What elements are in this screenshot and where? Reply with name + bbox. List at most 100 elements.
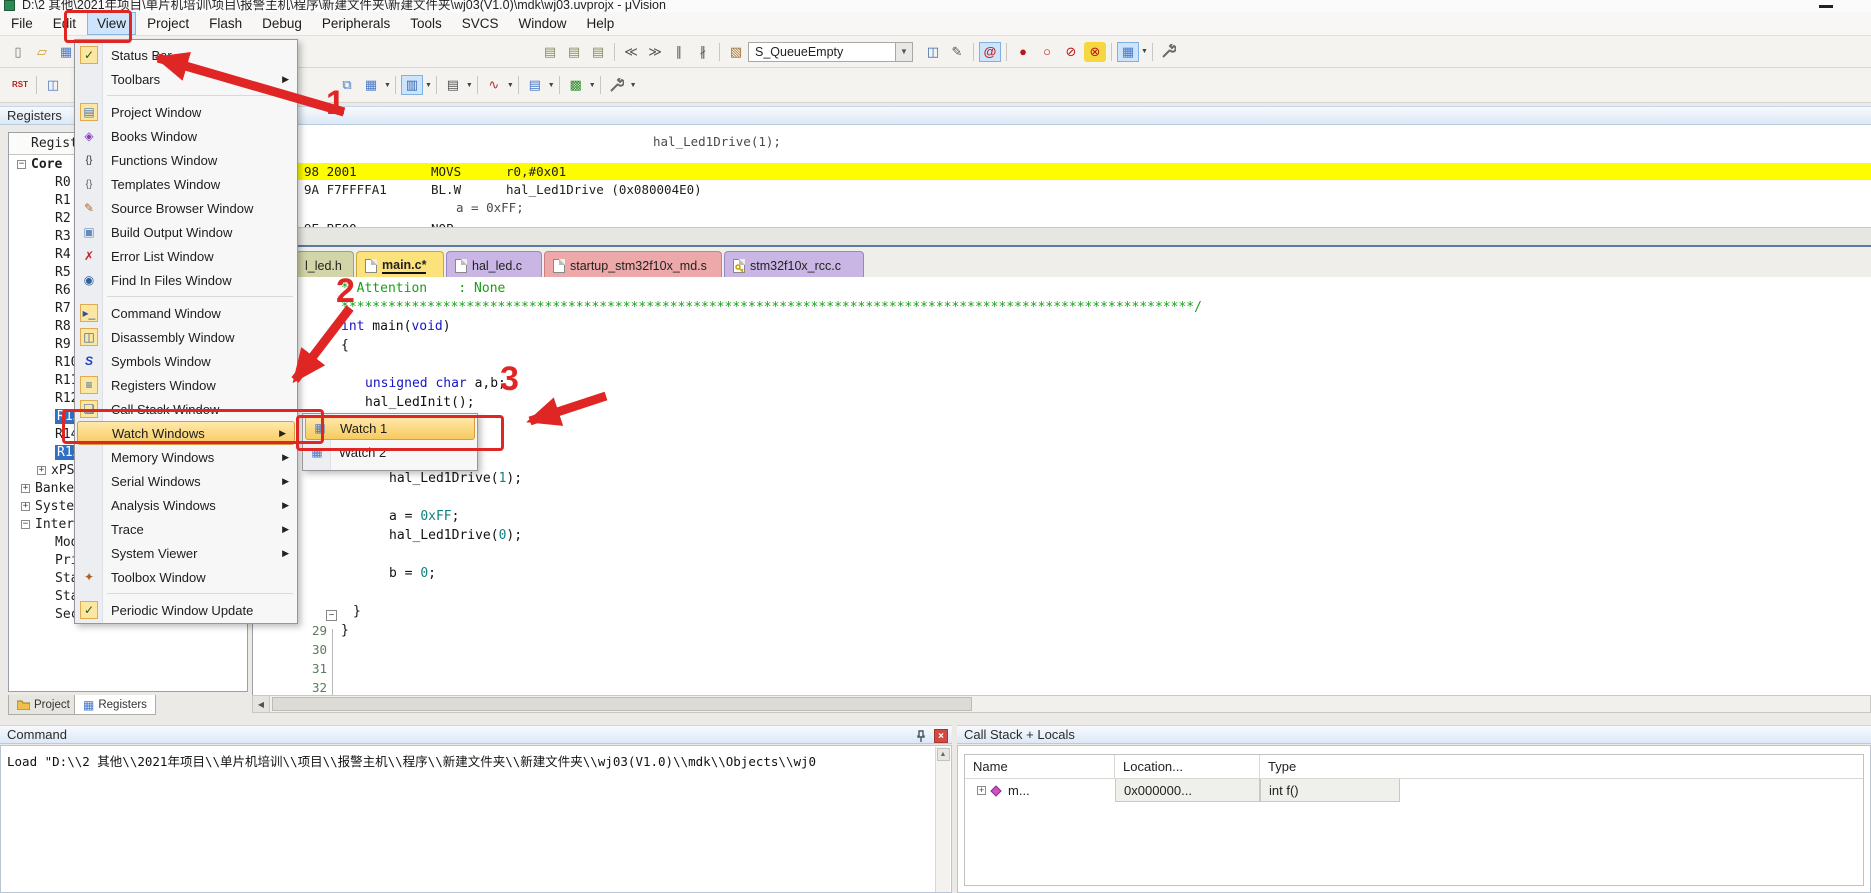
view-menu-item-build-output-window[interactable]: ▣ Build Output Window: [75, 220, 297, 244]
tools-dropdown-icon[interactable]: ▼: [630, 82, 637, 89]
debug-tools-icon[interactable]: [606, 75, 628, 95]
menubar-item-window[interactable]: Window: [509, 13, 575, 34]
expand-icon[interactable]: +: [21, 501, 30, 511]
bookmark-next-icon[interactable]: ▤: [587, 42, 609, 62]
view-menu-item-disassembly-window[interactable]: ◫ Disassembly Window: [75, 325, 297, 349]
editor-horizontal-scrollbar[interactable]: ◀: [252, 695, 1871, 713]
bookmark-prev-icon[interactable]: ▤: [563, 42, 585, 62]
view-menu-item-memory-windows[interactable]: Memory Windows ▶: [75, 445, 297, 469]
view-menu-item-serial-windows[interactable]: Serial Windows ▶: [75, 469, 297, 493]
command-window[interactable]: Load "D:\\2 其他\\2021年项目\\单片机培训\\项目\\报警主机…: [0, 745, 952, 893]
menubar-item-peripherals[interactable]: Peripherals: [313, 13, 399, 34]
run-to-line-icon[interactable]: ✎: [946, 42, 968, 62]
menubar-item-project[interactable]: Project: [138, 13, 198, 34]
view-menu-item-toolbox-window[interactable]: ✦ Toolbox Window: [75, 565, 297, 589]
view-menu-item-analysis-windows[interactable]: Analysis Windows ▶: [75, 493, 297, 517]
pin-icon[interactable]: [914, 729, 928, 743]
command-scrollbar[interactable]: ▲: [935, 747, 950, 892]
file-tab-stm32f10x_rcc.c[interactable]: stm32f10x_rcc.c: [724, 251, 864, 279]
file-tab-startup_stm32f10x_md.s[interactable]: startup_stm32f10x_md.s: [544, 251, 722, 279]
fold-collapse-icon[interactable]: −: [326, 610, 337, 621]
view-menu-item-toolbars[interactable]: Toolbars ▶: [75, 67, 297, 91]
new-file-icon[interactable]: ▯: [7, 42, 29, 62]
toolbox-window-icon[interactable]: ▩: [565, 75, 587, 95]
configure-tools-icon[interactable]: [1158, 42, 1180, 62]
code-editor[interactable]: − * Attention : None ********************…: [252, 277, 1871, 695]
column-name[interactable]: Name: [965, 755, 1115, 778]
view-menu-item-project-window[interactable]: ▤ Project Window: [75, 100, 297, 124]
find-doc-icon[interactable]: ◫: [922, 42, 944, 62]
combo-dropdown-icon[interactable]: ▼: [896, 41, 913, 62]
view-menu-item-symbols-window[interactable]: S Symbols Window: [75, 349, 297, 373]
minimize-icon[interactable]: [1819, 5, 1833, 8]
view-menu-item-templates-window[interactable]: {} Templates Window: [75, 172, 297, 196]
menubar-item-tools[interactable]: Tools: [401, 13, 451, 34]
scroll-up-icon[interactable]: ▲: [936, 748, 950, 761]
callstack-type-cell[interactable]: int f(): [1260, 779, 1400, 802]
collapse-icon[interactable]: −: [17, 159, 26, 169]
view-menu-item-books-window[interactable]: ◈ Books Window: [75, 124, 297, 148]
window-layout-icon[interactable]: ▦: [1117, 41, 1139, 62]
collapse-icon[interactable]: −: [21, 519, 30, 529]
view-menu-item-system-viewer[interactable]: System Viewer ▶: [75, 541, 297, 565]
menubar-item-svcs[interactable]: SVCS: [453, 13, 508, 34]
debug-session-icon[interactable]: @: [979, 41, 1001, 62]
watch-dropdown-icon[interactable]: ▼: [384, 82, 391, 89]
kill-all-breakpoints-icon[interactable]: ⊗: [1084, 41, 1106, 62]
unindent-icon[interactable]: ≪: [620, 42, 642, 62]
scroll-left-icon[interactable]: ◀: [253, 696, 270, 712]
view-menu-item-command-window[interactable]: ▸_ Command Window: [75, 301, 297, 325]
uncomment-icon[interactable]: ∦: [692, 42, 714, 62]
column-type[interactable]: Type: [1260, 755, 1400, 778]
disable-breakpoint-icon[interactable]: ○: [1036, 42, 1058, 62]
memory-window-icon[interactable]: ▥: [400, 75, 423, 95]
view-menu-item-find-in-files-window[interactable]: ◉ Find In Files Window: [75, 268, 297, 292]
disassembly-window[interactable]: hal_Led1Drive(1); 98 2001 MOVS r0,#0x01 9A F…: [252, 125, 1871, 227]
expand-icon[interactable]: +: [21, 483, 30, 493]
analysis-dropdown-icon[interactable]: ▼: [507, 82, 514, 89]
view-menu-item-source-browser-window[interactable]: ✎ Source Browser Window: [75, 196, 297, 220]
layout-dropdown-icon[interactable]: ▼: [1141, 48, 1148, 55]
serial-window-icon[interactable]: ▤: [442, 75, 464, 95]
analysis-window-icon[interactable]: ∿: [483, 75, 505, 95]
watch-window-icon[interactable]: ▦: [360, 75, 382, 95]
open-file-icon[interactable]: ▱: [31, 42, 53, 62]
file-tab-main.c[interactable]: main.c*: [356, 251, 444, 279]
callstack-location-cell[interactable]: 0x000000...: [1115, 779, 1260, 802]
serial-dropdown-icon[interactable]: ▼: [466, 82, 473, 89]
memory-dropdown-icon[interactable]: ▼: [425, 82, 432, 89]
expand-icon[interactable]: +: [977, 786, 986, 795]
system-viewer-icon[interactable]: ▤: [524, 75, 546, 95]
callstack-table[interactable]: Name Location... Type + m... 0x000000...…: [964, 754, 1864, 886]
scrollbar-thumb[interactable]: [272, 697, 972, 711]
disable-all-breakpoints-icon[interactable]: ⊘: [1060, 42, 1082, 62]
system-viewer-dropdown-icon[interactable]: ▼: [548, 82, 555, 89]
toolbox-dropdown-icon[interactable]: ▼: [589, 82, 596, 89]
view-menu-item-functions-window[interactable]: {} Functions Window: [75, 148, 297, 172]
view-menu-item-error-list-window[interactable]: ✗ Error List Window: [75, 244, 297, 268]
expand-icon[interactable]: +: [37, 465, 46, 475]
view-menu-item-status-bar[interactable]: ✓ Status Bar: [75, 43, 297, 67]
registers-bottom-tab[interactable]: ▦ Registers: [74, 695, 156, 715]
callstack-name-cell[interactable]: + m...: [965, 779, 1115, 802]
breakpoint-icon[interactable]: ●: [1012, 42, 1034, 62]
find-in-files-icon[interactable]: ▧: [725, 42, 747, 62]
menubar-item-debug[interactable]: Debug: [253, 13, 311, 34]
disassembly-splitter[interactable]: [252, 227, 1871, 245]
indent-icon[interactable]: ≫: [644, 42, 666, 62]
comment-icon[interactable]: ∥: [668, 42, 690, 62]
view-menu-item-trace[interactable]: Trace ▶: [75, 517, 297, 541]
watch-expression-combo[interactable]: S_QueueEmpty: [748, 41, 896, 62]
column-location[interactable]: Location...: [1115, 755, 1260, 778]
reset-icon[interactable]: RST: [9, 75, 31, 95]
menubar-item-flash[interactable]: Flash: [200, 13, 251, 34]
close-icon[interactable]: ×: [934, 729, 948, 743]
bookmark-icon[interactable]: ▤: [539, 42, 561, 62]
view-menu-item-periodic-window-update[interactable]: ✓ Periodic Window Update: [75, 598, 297, 622]
file-tab-hal_led.c[interactable]: hal_led.c: [446, 251, 542, 279]
menubar-item-file[interactable]: File: [2, 13, 42, 34]
project-bottom-tab[interactable]: Project: [8, 695, 79, 715]
callstack-row[interactable]: + m... 0x000000... int f(): [965, 779, 1863, 802]
step-icon[interactable]: ◫: [42, 75, 64, 95]
menubar-item-help[interactable]: Help: [578, 13, 624, 34]
